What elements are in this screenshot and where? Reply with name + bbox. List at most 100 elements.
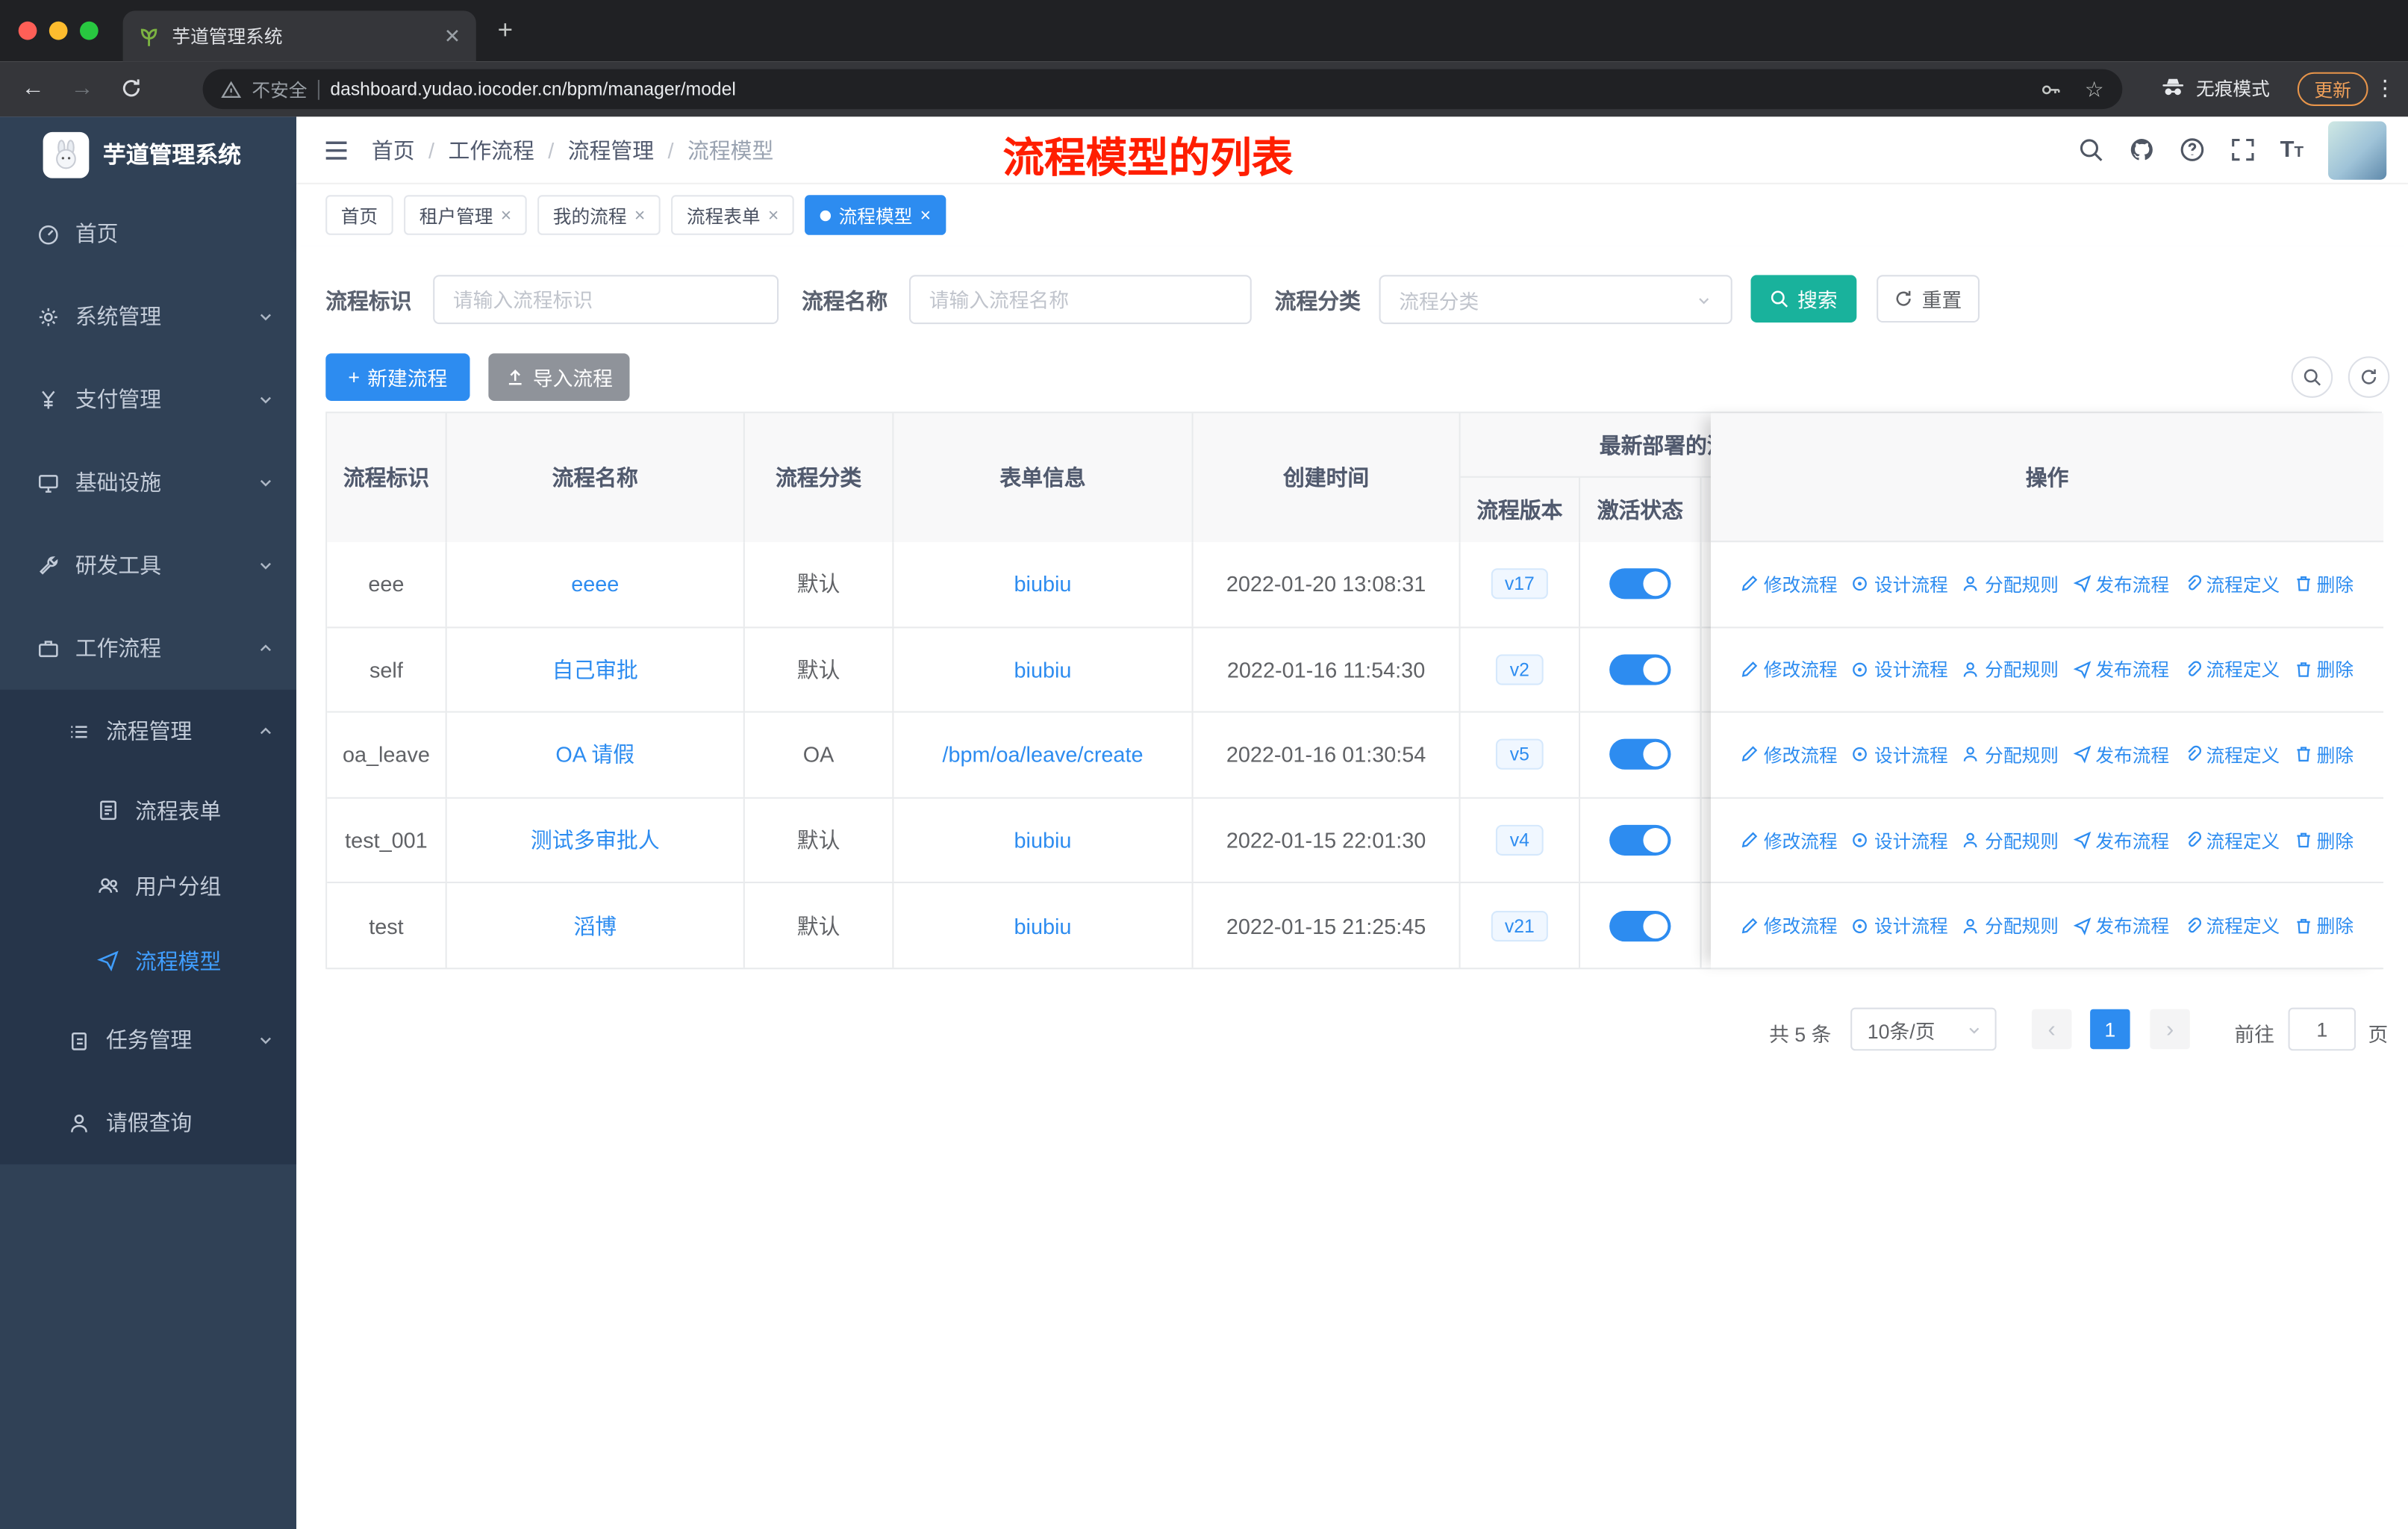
browser-tab[interactable]: 芋道管理系统 ✕: [122, 10, 476, 62]
forward-icon[interactable]: →: [71, 75, 94, 103]
process-definition-link[interactable]: 流程定义: [2183, 656, 2280, 682]
tag-close-icon[interactable]: ×: [768, 205, 779, 226]
assign-rule-link[interactable]: 分配规则: [1962, 656, 2059, 682]
process-id-input[interactable]: [433, 275, 779, 325]
edit-process-link[interactable]: 修改流程: [1741, 912, 1838, 938]
assign-rule-link[interactable]: 分配规则: [1962, 742, 2059, 768]
sidebar-item-infrastructure[interactable]: 基础设施: [0, 440, 296, 523]
active-toggle[interactable]: [1609, 739, 1671, 770]
help-icon[interactable]: [2179, 137, 2205, 163]
design-process-link[interactable]: 设计流程: [1851, 742, 1948, 768]
address-bar[interactable]: 不安全 dashboard.yudao.iocoder.cn/bpm/manag…: [202, 69, 2123, 110]
edit-process-link[interactable]: 修改流程: [1741, 742, 1838, 768]
edit-process-link[interactable]: 修改流程: [1741, 571, 1838, 597]
process-name-link[interactable]: eeee: [571, 572, 619, 597]
back-icon[interactable]: ←: [22, 75, 45, 103]
form-info-link[interactable]: biubiu: [1014, 828, 1072, 853]
tag-process-form[interactable]: 流程表单 ×: [671, 195, 794, 235]
category-select[interactable]: 流程分类: [1379, 275, 1732, 325]
bookmark-star-icon[interactable]: ☆: [2085, 76, 2104, 102]
design-process-link[interactable]: 设计流程: [1851, 571, 1948, 597]
active-toggle[interactable]: [1609, 654, 1671, 685]
tag-close-icon[interactable]: ×: [634, 205, 645, 226]
sidebar-item-workflow[interactable]: 工作流程: [0, 607, 296, 690]
active-toggle[interactable]: [1609, 824, 1671, 856]
password-key-icon[interactable]: [2040, 78, 2063, 101]
process-definition-link[interactable]: 流程定义: [2183, 912, 2280, 938]
prev-page-button[interactable]: ‹: [2031, 1009, 2072, 1050]
sidebar-item-user-group[interactable]: 用户分组: [0, 848, 296, 924]
publish-process-link[interactable]: 发布流程: [2072, 827, 2169, 853]
tag-home[interactable]: 首页: [325, 195, 393, 235]
assign-rule-link[interactable]: 分配规则: [1962, 571, 2059, 597]
browser-update-button[interactable]: 更新: [2297, 72, 2368, 106]
font-size-icon[interactable]: TT: [2280, 137, 2303, 163]
sidebar-item-process-form[interactable]: 流程表单: [0, 773, 296, 848]
page-number-button[interactable]: 1: [2090, 1009, 2130, 1050]
reload-icon[interactable]: [119, 77, 143, 100]
delete-process-link[interactable]: 删除: [2294, 912, 2354, 938]
form-info-link[interactable]: /bpm/oa/leave/create: [942, 743, 1143, 767]
search-button[interactable]: 搜索: [1750, 275, 1857, 323]
tag-process-model-active[interactable]: 流程模型 ×: [805, 195, 946, 235]
edit-process-link[interactable]: 修改流程: [1741, 827, 1838, 853]
sidebar-item-home[interactable]: 首页: [0, 192, 296, 275]
delete-process-link[interactable]: 删除: [2294, 656, 2354, 682]
publish-process-link[interactable]: 发布流程: [2072, 742, 2169, 768]
delete-process-link[interactable]: 删除: [2294, 827, 2354, 853]
active-toggle[interactable]: [1609, 910, 1671, 941]
assign-rule-link[interactable]: 分配规则: [1962, 827, 2059, 853]
design-process-link[interactable]: 设计流程: [1851, 912, 1948, 938]
process-name-link[interactable]: OA 请假: [555, 740, 634, 770]
breadcrumb-item[interactable]: 工作流程: [449, 134, 534, 165]
form-info-link[interactable]: biubiu: [1014, 913, 1072, 938]
github-icon[interactable]: [2128, 137, 2154, 163]
sidebar-item-devtools[interactable]: 研发工具: [0, 524, 296, 607]
collapse-sidebar-icon[interactable]: [296, 136, 372, 164]
maximize-window-button[interactable]: [79, 21, 99, 40]
tag-close-icon[interactable]: ×: [501, 205, 511, 226]
form-info-link[interactable]: biubiu: [1014, 572, 1072, 597]
tab-close-icon[interactable]: ✕: [444, 24, 461, 49]
reset-button[interactable]: 重置: [1877, 275, 1980, 323]
active-toggle[interactable]: [1609, 568, 1671, 600]
process-definition-link[interactable]: 流程定义: [2183, 742, 2280, 768]
sidebar-item-payment[interactable]: 支付管理: [0, 358, 296, 440]
design-process-link[interactable]: 设计流程: [1851, 827, 1948, 853]
sidebar-item-leave-query[interactable]: 请假查询: [0, 1081, 296, 1164]
search-icon[interactable]: [2077, 137, 2103, 163]
sidebar-item-task-mgmt[interactable]: 任务管理: [0, 998, 296, 1081]
publish-process-link[interactable]: 发布流程: [2072, 656, 2169, 682]
import-process-button[interactable]: 导入流程: [488, 353, 630, 401]
process-name-link[interactable]: 自己审批: [552, 654, 638, 685]
tag-tenant[interactable]: 租户管理 ×: [404, 195, 527, 235]
breadcrumb-item[interactable]: 流程管理: [568, 134, 654, 165]
design-process-link[interactable]: 设计流程: [1851, 656, 1948, 682]
publish-process-link[interactable]: 发布流程: [2072, 571, 2169, 597]
assign-rule-link[interactable]: 分配规则: [1962, 912, 2059, 938]
next-page-button[interactable]: ›: [2150, 1009, 2190, 1050]
breadcrumb-item[interactable]: 首页: [372, 134, 415, 165]
tag-close-icon[interactable]: ×: [920, 205, 931, 226]
tag-my-process[interactable]: 我的流程 ×: [537, 195, 661, 235]
process-name-input[interactable]: [908, 275, 1252, 325]
new-tab-button[interactable]: +: [498, 16, 513, 46]
browser-menu-icon[interactable]: ⋮: [2374, 75, 2396, 102]
refresh-table-button[interactable]: [2348, 356, 2390, 398]
sidebar-item-system[interactable]: 系统管理: [0, 275, 296, 358]
process-name-link[interactable]: 滔博: [573, 910, 617, 941]
delete-process-link[interactable]: 删除: [2294, 571, 2354, 597]
close-window-button[interactable]: [18, 21, 37, 40]
sidebar-item-process-mgmt[interactable]: 流程管理: [0, 690, 296, 773]
publish-process-link[interactable]: 发布流程: [2072, 912, 2169, 938]
sidebar-item-process-model[interactable]: 流程模型: [0, 923, 296, 998]
page-size-select[interactable]: 10条/页: [1850, 1007, 1997, 1051]
minimize-window-button[interactable]: [49, 21, 68, 40]
process-definition-link[interactable]: 流程定义: [2183, 571, 2280, 597]
create-process-button[interactable]: + 新建流程: [325, 353, 470, 401]
user-avatar[interactable]: [2328, 120, 2387, 179]
form-info-link[interactable]: biubiu: [1014, 657, 1072, 682]
fullscreen-icon[interactable]: [2230, 137, 2256, 163]
process-name-link[interactable]: 测试多审批人: [531, 825, 660, 856]
process-definition-link[interactable]: 流程定义: [2183, 827, 2280, 853]
